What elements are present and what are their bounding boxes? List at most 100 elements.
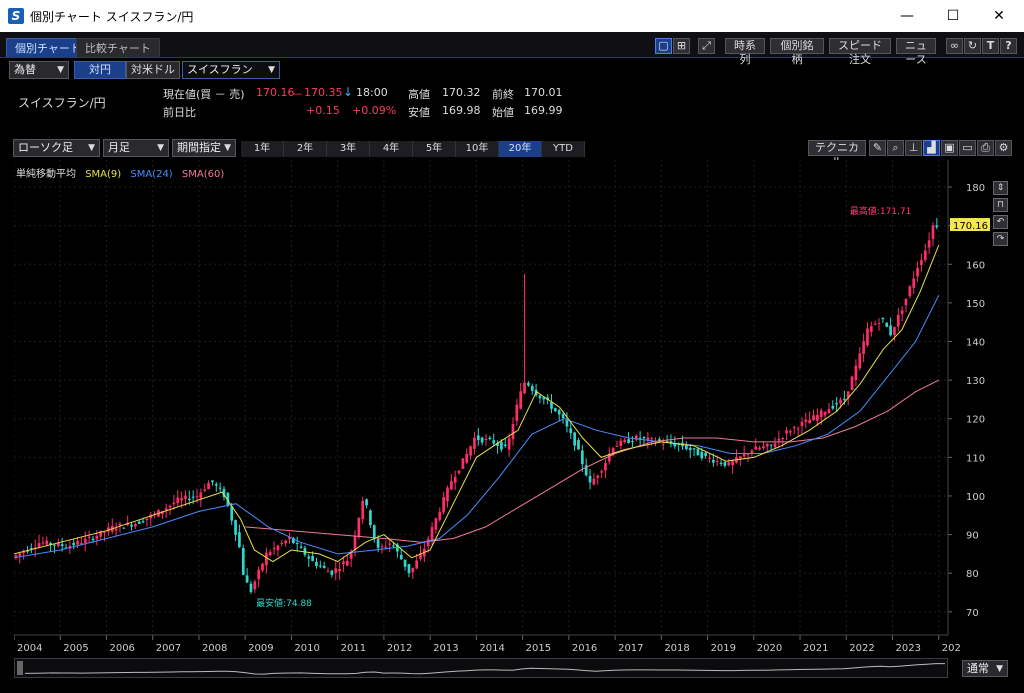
- candle-body: [696, 448, 700, 456]
- chart-style-icon[interactable]: ▟: [923, 140, 940, 156]
- candle-body: [554, 408, 557, 412]
- news-button[interactable]: ニュース: [896, 38, 936, 66]
- candle-body: [692, 448, 696, 450]
- grid-layout-icon[interactable]: ⊞: [673, 38, 690, 54]
- tab-compare-chart[interactable]: 比較チャート: [76, 38, 160, 57]
- x-tick-label: 2013: [433, 643, 458, 654]
- candle-body: [912, 278, 916, 288]
- period-20y[interactable]: 20年: [499, 141, 542, 157]
- candle-body: [931, 225, 935, 240]
- change-percent: +0.09%: [352, 104, 397, 117]
- collapse-icon[interactable]: ⇕: [993, 181, 1008, 195]
- period-2y[interactable]: 2年: [284, 141, 327, 157]
- settings-icon[interactable]: ⚙: [995, 140, 1012, 156]
- folder-icon[interactable]: ▭: [959, 140, 976, 156]
- quote-tab-jpy[interactable]: 対円: [74, 61, 126, 79]
- candle-body: [91, 538, 95, 541]
- period-5y[interactable]: 5年: [413, 141, 456, 157]
- candle-body: [920, 260, 923, 266]
- draw-line-icon[interactable]: ⤢: [698, 38, 715, 54]
- technical-button[interactable]: テクニカル: [808, 140, 866, 168]
- current-price-label: 現在値(買 － 売): [163, 88, 245, 101]
- period-3y[interactable]: 3年: [327, 141, 370, 157]
- candle-body: [384, 546, 388, 548]
- range-mode-select[interactable]: 期間指定 ▼: [172, 139, 236, 157]
- undo-icon[interactable]: ↶: [993, 215, 1008, 229]
- candle-body: [388, 543, 392, 545]
- speed-order-button[interactable]: スピード注文: [829, 38, 891, 66]
- zoom-icon[interactable]: ⌕: [887, 140, 904, 156]
- scroller-left-handle[interactable]: [17, 661, 23, 675]
- scale-mode-value: 通常: [967, 662, 989, 675]
- candle-body: [527, 383, 530, 386]
- quote-tab-usd[interactable]: 対米ドル: [126, 61, 180, 79]
- candle-body: [916, 267, 919, 277]
- candle-body: [338, 569, 341, 572]
- candle-body: [218, 487, 222, 489]
- candle-body: [592, 478, 596, 485]
- symbol-select-value: スイスフラン: [187, 63, 253, 76]
- close-icon[interactable]: ✕: [976, 0, 1022, 32]
- candle-body: [214, 484, 218, 486]
- candle-body: [812, 415, 815, 421]
- indicator-title: 単純移動平均: [16, 169, 76, 180]
- candle-body: [134, 524, 137, 527]
- link-icon[interactable]: ∞: [946, 38, 963, 54]
- candle-body: [569, 428, 573, 434]
- timeseries-button[interactable]: 時系列: [725, 38, 765, 66]
- candle-body: [376, 539, 380, 548]
- candle-body: [168, 505, 172, 508]
- price-chart[interactable]: 708090100110120130140150160170180 200420…: [14, 160, 1014, 655]
- market-select[interactable]: 為替 ▼: [9, 61, 69, 79]
- candle-body: [83, 538, 87, 543]
- candle-body: [180, 498, 183, 501]
- x-tick-label: 2008: [202, 643, 227, 654]
- crosshair-icon[interactable]: ⊥: [905, 140, 922, 156]
- lock-icon[interactable]: ⊓: [993, 198, 1008, 212]
- candle-body: [280, 542, 284, 544]
- print-icon[interactable]: ⎙: [977, 140, 994, 156]
- period-4y[interactable]: 4年: [370, 141, 413, 157]
- candle-body: [565, 419, 569, 427]
- y-tick-label: 110: [966, 453, 985, 464]
- candle-body: [241, 548, 245, 575]
- candle-body: [773, 443, 777, 448]
- interval-select[interactable]: 月足 ▼: [103, 139, 169, 157]
- scale-mode-select[interactable]: 通常 ▼: [962, 660, 1008, 677]
- help-icon[interactable]: ?: [1000, 38, 1017, 54]
- candle-type-select[interactable]: ローソク足 ▼: [13, 139, 100, 157]
- chart-scroller[interactable]: [14, 658, 948, 678]
- single-layout-icon[interactable]: ▢: [655, 38, 672, 54]
- legend-sma24: SMA(24): [130, 169, 173, 180]
- candle-body: [604, 462, 607, 471]
- candle-body: [453, 476, 457, 483]
- candle-body: [561, 414, 565, 419]
- candle-body: [438, 511, 442, 520]
- all-time-high-label: 最高値:171.71: [850, 205, 912, 217]
- app-logo-icon: S: [8, 8, 24, 24]
- candle-body: [176, 497, 180, 503]
- text-icon[interactable]: T: [982, 38, 999, 54]
- candle-body: [446, 487, 449, 502]
- candle-body: [322, 565, 326, 568]
- individual-stock-button[interactable]: 個別銘柄: [770, 38, 824, 66]
- overview-line: [24, 663, 945, 675]
- period-10y[interactable]: 10年: [456, 141, 499, 157]
- candle-body: [295, 543, 299, 545]
- period-ytd[interactable]: YTD: [542, 141, 585, 157]
- minimize-icon[interactable]: —: [884, 0, 930, 32]
- candle-body: [430, 527, 434, 541]
- redo-icon[interactable]: ↷: [993, 232, 1008, 246]
- period-1y[interactable]: 1年: [241, 141, 284, 157]
- candle-body: [488, 437, 492, 439]
- pencil-icon[interactable]: ✎: [869, 140, 886, 156]
- quote-time: 18:00: [356, 86, 388, 99]
- prev-close-value: 170.01: [524, 86, 563, 99]
- maximize-icon[interactable]: ☐: [930, 0, 976, 32]
- candle-body: [41, 542, 45, 544]
- candle-body: [137, 521, 141, 524]
- save-icon[interactable]: ▣: [941, 140, 958, 156]
- symbol-select[interactable]: スイスフラン ▼: [182, 61, 280, 79]
- refresh-icon[interactable]: ↻: [964, 38, 981, 54]
- candle-body: [145, 518, 149, 521]
